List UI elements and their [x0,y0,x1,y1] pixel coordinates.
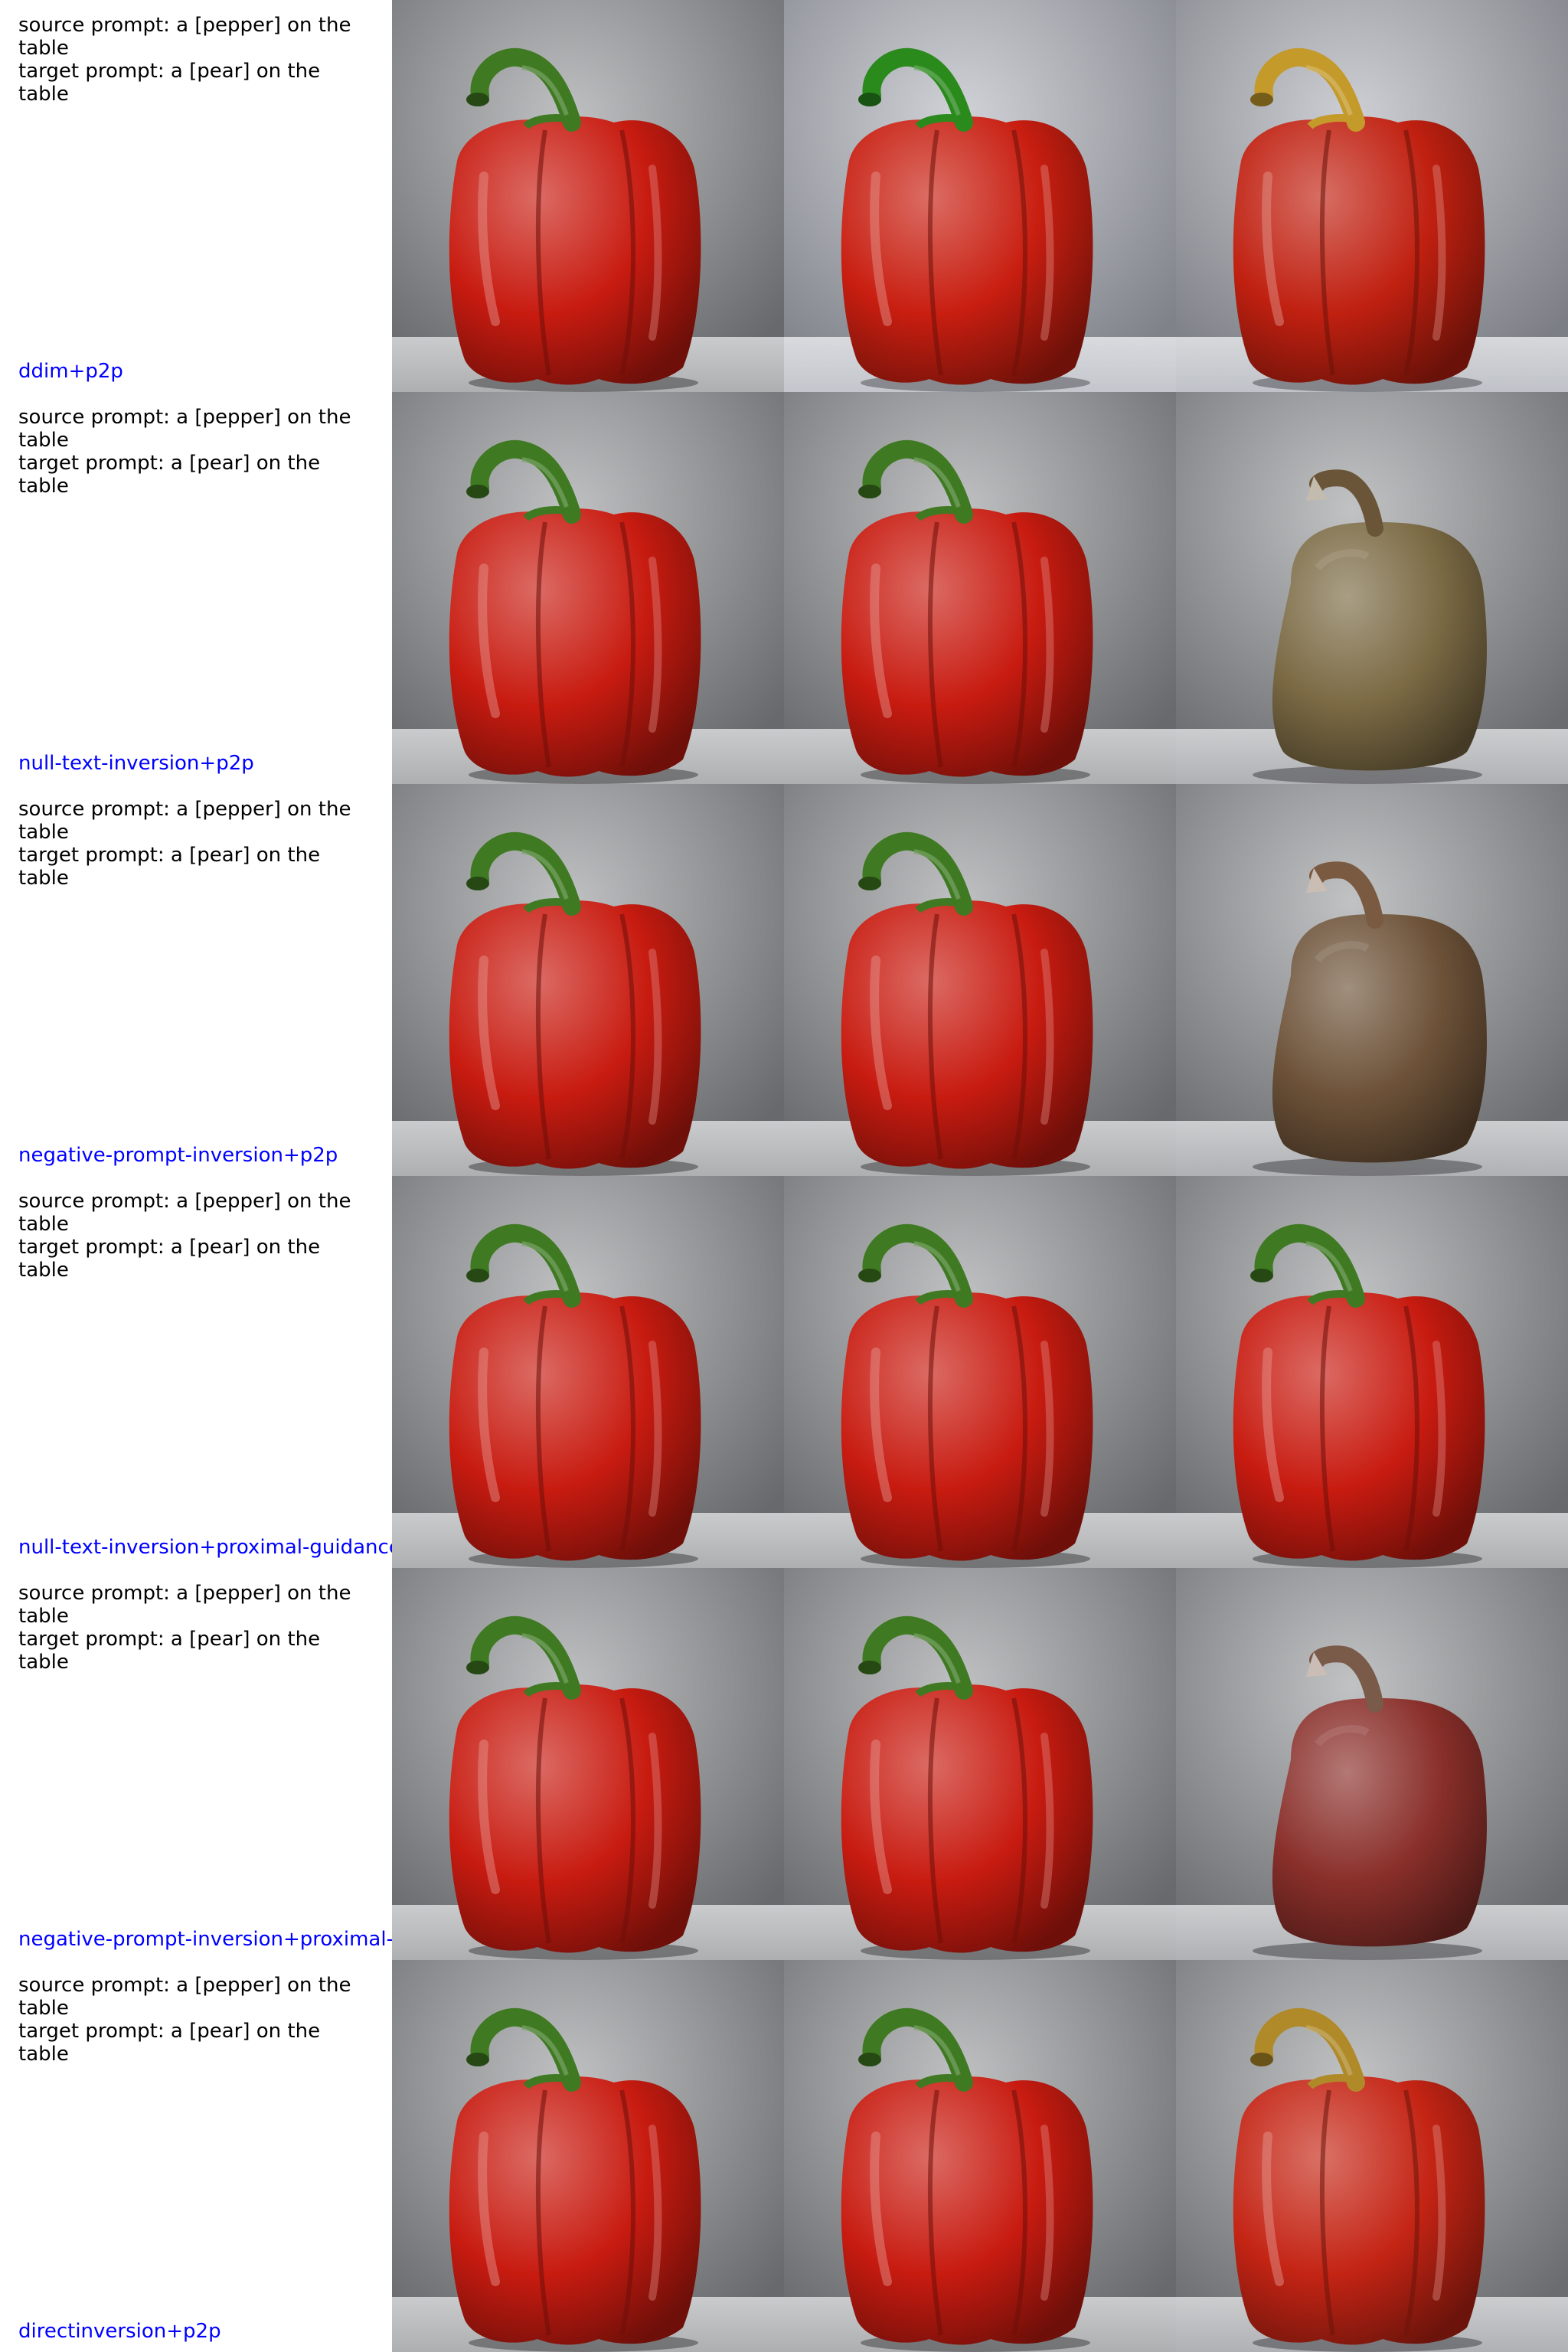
image-cell [392,1176,784,1568]
target-prompt: target prompt: a [pear] on the table [18,1628,321,1674]
prompt-text: source prompt: a [pepper] on the table ta… [18,1974,371,2066]
source-pepper-image [392,0,784,392]
image-cell [392,392,784,784]
prompt-text: source prompt: a [pepper] on the table ta… [18,14,371,106]
source-prompt: source prompt: a [pepper] on the table [18,406,351,452]
source-prompt: source prompt: a [pepper] on the table [18,1582,351,1628]
reconstructed-pepper-image [784,392,1176,784]
image-cell [392,1960,784,2352]
row-label: source prompt: a [pepper] on the table ta… [0,784,392,1176]
prompt-text: source prompt: a [pepper] on the table ta… [18,798,371,890]
image-cell [392,0,784,392]
source-pepper-image [392,784,784,1176]
row-label: source prompt: a [pepper] on the table ta… [0,1960,392,2352]
target-prompt: target prompt: a [pear] on the table [18,1236,321,1282]
image-cell [784,1568,1176,1960]
target-prompt: target prompt: a [pear] on the table [18,60,321,106]
image-cell [392,1568,784,1960]
edited-pear-image [1176,1568,1568,1960]
image-cell [784,1176,1176,1568]
edited-pepper-image [1176,1960,1568,2352]
image-cell [1176,0,1568,392]
row-label: source prompt: a [pepper] on the table ta… [0,1176,392,1568]
method-name: null-text-inversion+p2p [18,752,254,775]
comparison-row: source prompt: a [pepper] on the table ta… [0,0,1568,392]
prompt-text: source prompt: a [pepper] on the table ta… [18,1582,371,1674]
source-prompt: source prompt: a [pepper] on the table [18,1974,351,2020]
comparison-row: source prompt: a [pepper] on the table ta… [0,1568,1568,1960]
source-prompt: source prompt: a [pepper] on the table [18,14,351,60]
source-pepper-image [392,1568,784,1960]
image-cell [1176,1176,1568,1568]
edited-pear-image [1176,784,1568,1176]
image-cell [784,1960,1176,2352]
method-name: null-text-inversion+proximal-guidance [18,1536,392,1559]
source-pepper-image [392,392,784,784]
image-cell [784,392,1176,784]
target-prompt: target prompt: a [pear] on the table [18,2020,321,2066]
reconstructed-pepper-image [784,784,1176,1176]
edited-pear-image [1176,392,1568,784]
image-cell [1176,784,1568,1176]
prompt-text: source prompt: a [pepper] on the table ta… [18,406,371,498]
image-cell [1176,392,1568,784]
reconstructed-pepper-image [784,1568,1176,1960]
comparison-grid: source prompt: a [pepper] on the table ta… [0,0,1568,2352]
reconstructed-pepper-image [784,1960,1176,2352]
edited-pepper-image [1176,1176,1568,1568]
comparison-row: source prompt: a [pepper] on the table ta… [0,1176,1568,1568]
edited-pepper-image [1176,0,1568,392]
source-pepper-image [392,1176,784,1568]
reconstructed-pepper-image [784,1176,1176,1568]
row-label: source prompt: a [pepper] on the table ta… [0,0,392,392]
comparison-row: source prompt: a [pepper] on the table ta… [0,1960,1568,2352]
comparison-row: source prompt: a [pepper] on the table ta… [0,784,1568,1176]
prompt-text: source prompt: a [pepper] on the table ta… [18,1190,371,1282]
source-prompt: source prompt: a [pepper] on the table [18,798,351,844]
image-cell [1176,1568,1568,1960]
method-name: ddim+p2p [18,360,123,383]
method-name: negative-prompt-inversion+proximal-guida… [18,1928,392,1951]
target-prompt: target prompt: a [pear] on the table [18,844,321,890]
row-label: source prompt: a [pepper] on the table ta… [0,392,392,784]
target-prompt: target prompt: a [pear] on the table [18,452,321,498]
row-label: source prompt: a [pepper] on the table ta… [0,1568,392,1960]
comparison-row: source prompt: a [pepper] on the table ta… [0,392,1568,784]
source-prompt: source prompt: a [pepper] on the table [18,1190,351,1236]
image-cell [1176,1960,1568,2352]
image-cell [392,784,784,1176]
reconstructed-pepper-image [784,0,1176,392]
image-cell [784,784,1176,1176]
image-cell [784,0,1176,392]
source-pepper-image [392,1960,784,2352]
method-name: negative-prompt-inversion+p2p [18,1144,338,1167]
method-name: directinversion+p2p [18,2320,221,2343]
